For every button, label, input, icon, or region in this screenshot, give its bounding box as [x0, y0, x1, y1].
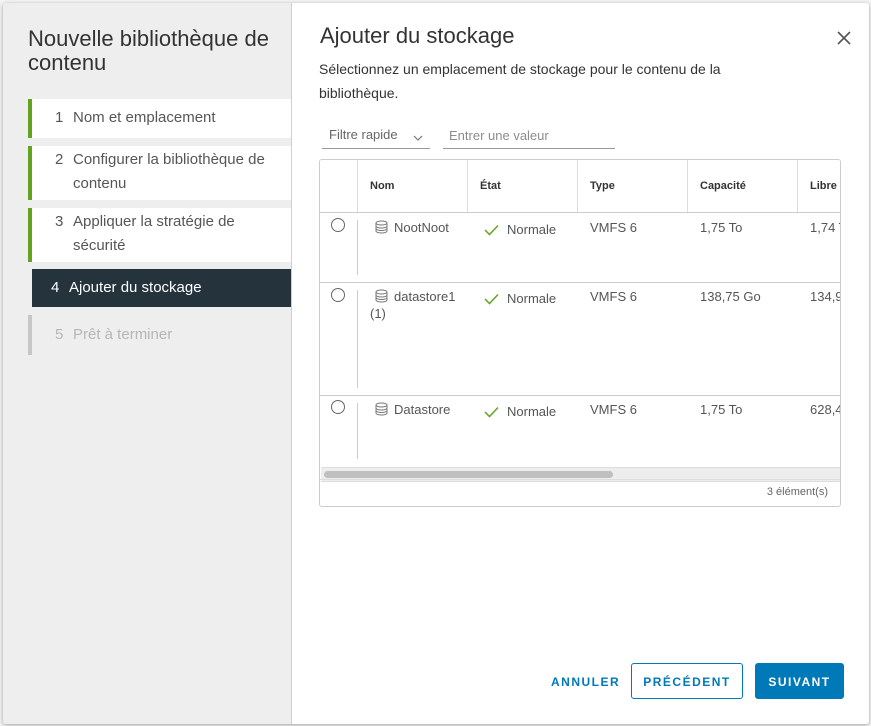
- database-icon: [375, 289, 388, 306]
- table-row[interactable]: datastore1 (1) Normale VMFS 6 138,75 Go …: [320, 283, 841, 396]
- cell-type: VMFS 6: [590, 402, 637, 417]
- datastore-name: NootNoot: [394, 220, 449, 235]
- check-icon: [484, 293, 499, 308]
- step-number: 4: [51, 279, 60, 296]
- step-label: Prêt à terminer: [73, 326, 173, 343]
- table-row[interactable]: Datastore Normale VMFS 6 1,75 To 628,4: [320, 396, 841, 466]
- wizard-step-nav: Nouvelle bibliothèque de contenu 1 Nom e…: [3, 3, 292, 724]
- grid-header: Nom État Type Capacité Libre: [320, 160, 840, 213]
- database-icon: [375, 220, 388, 237]
- page-title: Ajouter du stockage: [320, 23, 515, 48]
- cell-name: NootNoot: [358, 213, 468, 237]
- wizard-modal: Nouvelle bibliothèque de contenu 1 Nom e…: [3, 3, 869, 724]
- grid-item-count: 3 élément(s): [320, 479, 840, 506]
- cell-name: Datastore: [358, 396, 468, 419]
- next-button[interactable]: SUIVANT: [755, 663, 844, 699]
- cell-capacity: 1,75 To: [700, 402, 743, 417]
- cell-status: Normale: [468, 213, 578, 239]
- cell-type: VMFS 6: [590, 220, 637, 235]
- wizard-content: Ajouter du stockage Sélectionnez un empl…: [292, 3, 869, 724]
- cancel-button[interactable]: ANNULER: [544, 663, 624, 699]
- column-header-name[interactable]: Nom: [357, 160, 468, 212]
- datastore-name: Datastore: [394, 402, 451, 417]
- datastore-grid: Nom État Type Capacité Libre NootNoot No…: [319, 159, 841, 507]
- wizard-step-name-location[interactable]: 1 Nom et emplacement: [28, 99, 291, 138]
- wizard-step-ready-to-complete: 5 Prêt à terminer: [28, 315, 291, 355]
- check-icon: [484, 406, 499, 421]
- wizard-step-configure-library[interactable]: 2 Configurer la bibliothèque de contenu: [28, 146, 291, 200]
- column-header-free[interactable]: Libre: [797, 160, 840, 212]
- row-select-radio[interactable]: [331, 288, 345, 302]
- cell-name: datastore1 (1): [358, 283, 468, 321]
- step-label: Configurer la bibliothèque de contenu: [73, 151, 265, 192]
- cell-free: 1,74 To: [810, 220, 840, 235]
- close-icon[interactable]: [833, 27, 855, 49]
- quick-filter-select[interactable]: Filtre rapide: [322, 123, 430, 149]
- cell-type: VMFS 6: [590, 289, 637, 304]
- row-select-radio[interactable]: [331, 218, 345, 232]
- page-description: Sélectionnez un emplacement de stockage …: [319, 61, 721, 101]
- column-header-capacity[interactable]: Capacité: [687, 160, 798, 212]
- filter-value-input[interactable]: [443, 123, 615, 149]
- cell-free: 134,9: [810, 289, 841, 304]
- step-label: Ajouter du stockage: [69, 279, 202, 296]
- cell-capacity: 138,75 Go: [700, 289, 761, 304]
- cell-capacity: 1,75 To: [700, 220, 743, 235]
- table-row[interactable]: NootNoot Normale VMFS 6 1,75 To 1,74 To: [320, 213, 840, 283]
- column-header-type[interactable]: Type: [577, 160, 688, 212]
- cell-status: Normale: [468, 396, 578, 421]
- status-text: Normale: [507, 291, 557, 306]
- quick-filter-label: Filtre rapide: [329, 127, 398, 142]
- wizard-step-add-storage[interactable]: 4 Ajouter du stockage: [32, 269, 291, 307]
- database-icon: [375, 402, 388, 419]
- cell-status: Normale: [468, 283, 578, 308]
- cell-free: 628,4: [810, 402, 841, 417]
- scrollbar-thumb[interactable]: [324, 471, 613, 478]
- step-number: 5: [55, 326, 64, 343]
- status-text: Normale: [507, 222, 557, 237]
- step-number: 2: [55, 151, 64, 168]
- row-select-radio[interactable]: [331, 400, 345, 414]
- check-icon: [484, 224, 499, 239]
- wizard-step-security-policy[interactable]: 3 Appliquer la stratégie de sécurité: [28, 208, 291, 262]
- wizard-title: Nouvelle bibliothèque de contenu: [28, 26, 269, 75]
- previous-button[interactable]: PRÉCÉDENT: [631, 663, 743, 699]
- column-header-status[interactable]: État: [467, 160, 578, 212]
- step-number: 1: [55, 109, 64, 126]
- step-label: Appliquer la stratégie de sécurité: [73, 213, 235, 254]
- step-number: 3: [55, 213, 64, 230]
- wizard-steps: 1 Nom et emplacement 2 Configurer la bib…: [28, 99, 291, 355]
- status-text: Normale: [507, 404, 557, 419]
- step-label: Nom et emplacement: [73, 109, 216, 126]
- chevron-down-icon: [412, 128, 424, 152]
